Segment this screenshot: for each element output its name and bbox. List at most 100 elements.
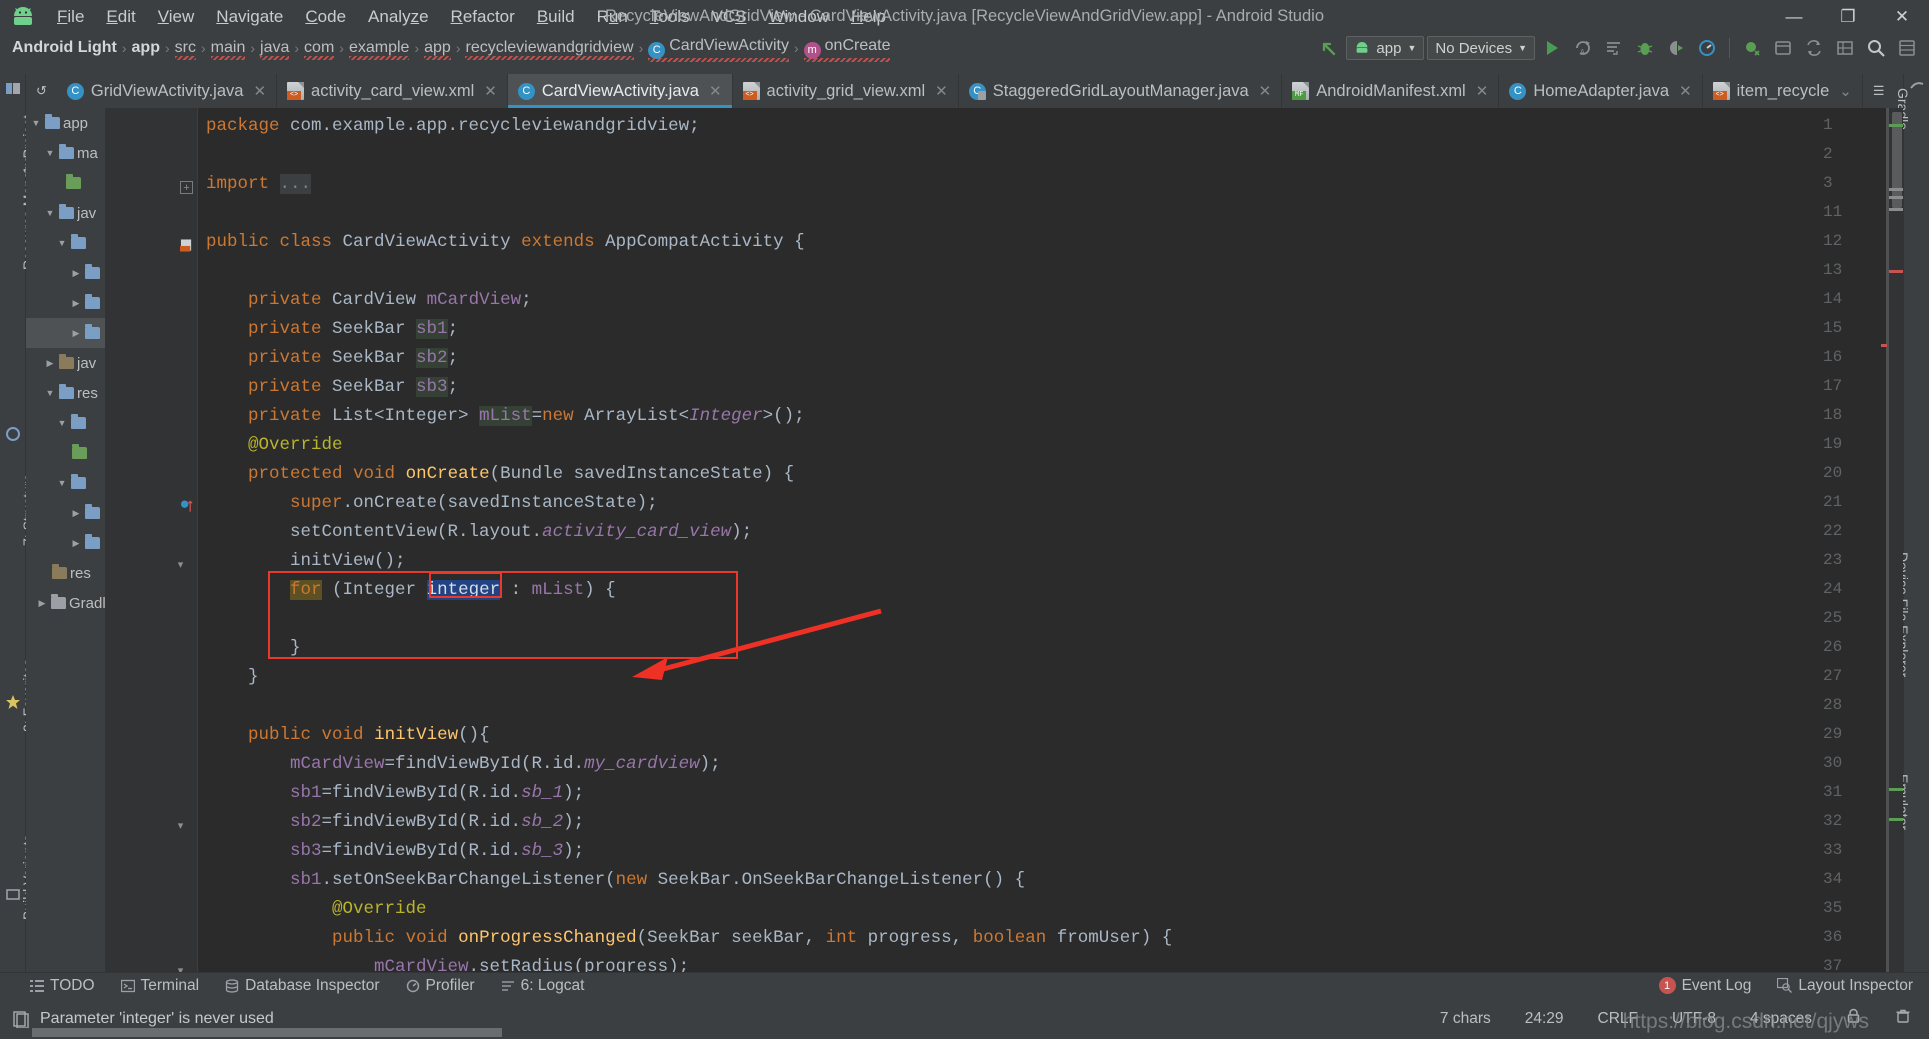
menu-vcs[interactable]: VCS xyxy=(701,4,758,30)
tab-list-icon[interactable]: ☰ xyxy=(1863,74,1895,108)
menu-help[interactable]: Help xyxy=(840,4,897,30)
status-line-separator[interactable]: CRLF xyxy=(1598,1010,1638,1028)
close-icon[interactable]: ✕ xyxy=(709,82,722,100)
menu-navigate[interactable]: Navigate xyxy=(205,4,294,30)
menu-code[interactable]: Code xyxy=(294,4,357,30)
close-icon[interactable]: ✕ xyxy=(484,82,497,100)
chevron-down-icon[interactable]: ▼ xyxy=(44,388,56,398)
layout-inspector-button[interactable] xyxy=(1831,35,1859,61)
status-indent[interactable]: 4 spaces xyxy=(1750,1010,1812,1028)
minimize-button[interactable]: — xyxy=(1767,0,1821,33)
chevron-right-icon[interactable]: ▶ xyxy=(44,358,56,369)
sync-gradle-button[interactable] xyxy=(1800,35,1828,61)
breadcrumb-item-class[interactable]: C CardViewActivity xyxy=(648,37,789,62)
tab-staggeredgridlayoutmanager-java[interactable]: C StaggeredGridLayoutManager.java ✕ xyxy=(959,74,1283,108)
tool-button-event-log[interactable]: 1 Event Log xyxy=(1658,977,1751,995)
tab-homeadapter-java[interactable]: C HomeAdapter.java ✕ xyxy=(1499,74,1703,108)
close-icon[interactable]: ✕ xyxy=(253,82,266,100)
close-icon[interactable]: ✕ xyxy=(1259,82,1272,100)
tab-activity-grid-view-xml[interactable]: <> activity_grid_view.xml ✕ xyxy=(733,74,959,108)
editor-scrollbar-vertical[interactable] xyxy=(1889,108,1903,978)
nav-back-arrow-icon[interactable] xyxy=(1315,35,1343,61)
close-icon[interactable]: ✕ xyxy=(935,82,948,100)
chevron-right-icon[interactable]: ▶ xyxy=(70,328,82,339)
trash-icon[interactable] xyxy=(1895,1008,1911,1029)
chevron-right-icon[interactable]: ▶ xyxy=(70,298,82,309)
menu-window[interactable]: Window xyxy=(758,4,840,30)
breadcrumb-item-2[interactable]: src xyxy=(174,39,197,60)
close-icon[interactable]: ✕ xyxy=(1679,82,1692,100)
breadcrumb-item-4[interactable]: java xyxy=(260,39,290,60)
menu-refactor[interactable]: Refactor xyxy=(440,4,526,30)
attach-debugger-button[interactable] xyxy=(1662,35,1690,61)
menu-tools[interactable]: Tools xyxy=(639,4,701,30)
tree-row[interactable] xyxy=(26,168,105,198)
status-caret-position[interactable]: 24:29 xyxy=(1525,1010,1564,1028)
apply-changes-button[interactable]: A xyxy=(1569,35,1597,61)
tool-button-profiler[interactable]: Profiler xyxy=(406,977,475,995)
tree-row[interactable]: ▼ app xyxy=(26,108,105,138)
chevron-right-icon[interactable]: ▶ xyxy=(70,538,82,549)
chevron-down-icon[interactable]: ▼ xyxy=(44,208,56,218)
tree-row[interactable]: ▼ xyxy=(26,408,105,438)
tab-item-recycle-xml[interactable]: <> item_recycle ⌄ xyxy=(1703,74,1863,108)
code-editor[interactable]: 1 2 3 11 12 13 14 15 16 17 18 19 20 21 2… xyxy=(106,108,1903,978)
tree-row[interactable]: res xyxy=(26,558,105,588)
tab-androidmanifest-xml[interactable]: MF AndroidManifest.xml ✕ xyxy=(1282,74,1500,108)
tree-row[interactable] xyxy=(26,438,105,468)
tree-row[interactable]: ▶ xyxy=(26,498,105,528)
override-marker-icon[interactable] xyxy=(180,500,193,513)
menu-edit[interactable]: Edit xyxy=(95,4,146,30)
breadcrumb-item-8[interactable]: recycleviewandgridview xyxy=(465,39,634,60)
tree-row[interactable]: ▶ xyxy=(26,288,105,318)
maximize-button[interactable]: ❐ xyxy=(1821,0,1875,33)
project-structure-button[interactable] xyxy=(1893,35,1921,61)
breadcrumb-item-1[interactable]: app xyxy=(132,39,160,57)
chevron-right-icon[interactable]: ▶ xyxy=(36,598,48,609)
tool-button-todo[interactable]: TODO xyxy=(30,977,95,995)
menu-file[interactable]: File xyxy=(46,4,95,30)
tool-button-logcat[interactable]: 6: Logcat xyxy=(501,977,584,995)
chevron-down-icon[interactable]: ⌄ xyxy=(1839,82,1852,100)
search-everywhere-button[interactable] xyxy=(1862,35,1890,61)
error-marker[interactable] xyxy=(1889,270,1903,273)
tool-button-database-inspector[interactable]: Database Inspector xyxy=(225,977,380,995)
fold-collapse-icon[interactable]: ▾ xyxy=(174,558,187,571)
breadcrumb-item-6[interactable]: example xyxy=(348,39,410,60)
warning-marker[interactable] xyxy=(1889,208,1903,211)
tree-row[interactable]: ▶ jav xyxy=(26,348,105,378)
tab-gridviewactivity-java[interactable]: C GridViewActivity.java ✕ xyxy=(57,74,278,108)
breadcrumb-item-3[interactable]: main xyxy=(210,39,245,60)
tree-row[interactable]: ▼ xyxy=(26,468,105,498)
menu-build[interactable]: Build xyxy=(526,4,586,30)
scrollbar-thumb-horizontal[interactable] xyxy=(32,1028,502,1037)
chevron-down-icon[interactable]: ▼ xyxy=(56,238,68,248)
close-icon[interactable]: ✕ xyxy=(1476,82,1489,100)
error-marker[interactable] xyxy=(1889,124,1903,127)
chevron-right-icon[interactable]: ▶ xyxy=(70,508,82,519)
status-encoding[interactable]: UTF-8 xyxy=(1672,1010,1716,1028)
breadcrumb-item-7[interactable]: app xyxy=(424,39,451,60)
fold-expand-icon[interactable]: + xyxy=(180,181,193,194)
chevron-down-icon[interactable]: ▼ xyxy=(44,148,56,158)
chevron-right-icon[interactable]: ▶ xyxy=(70,268,82,279)
tree-row[interactable]: ▼ ma xyxy=(26,138,105,168)
sdk-manager-button[interactable] xyxy=(1769,35,1797,61)
avd-manager-button[interactable] xyxy=(1738,35,1766,61)
tool-button-terminal[interactable]: Terminal xyxy=(120,977,199,995)
debug-button[interactable] xyxy=(1631,35,1659,61)
fold-collapse-icon[interactable]: ▾ xyxy=(174,819,187,832)
close-button[interactable]: ✕ xyxy=(1875,0,1929,33)
warning-marker[interactable] xyxy=(1889,188,1903,191)
tree-row[interactable]: ▶ Gradl xyxy=(26,588,105,618)
change-marker[interactable] xyxy=(1889,818,1903,821)
tool-button-layout-inspector[interactable]: Layout Inspector xyxy=(1777,977,1913,995)
breadcrumb-item-method[interactable]: m onCreate xyxy=(803,37,890,62)
tree-row[interactable]: ▶ xyxy=(26,258,105,288)
apply-code-changes-button[interactable] xyxy=(1600,35,1628,61)
tree-row[interactable]: ▼ res xyxy=(26,378,105,408)
tree-row-selected[interactable]: ▶ xyxy=(26,318,105,348)
tree-row[interactable]: ▼ jav xyxy=(26,198,105,228)
tree-row[interactable]: ▼ xyxy=(26,228,105,258)
run-button[interactable] xyxy=(1538,35,1566,61)
